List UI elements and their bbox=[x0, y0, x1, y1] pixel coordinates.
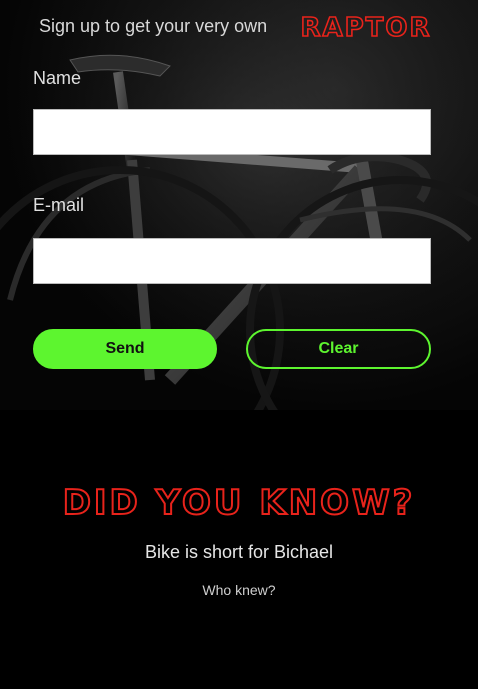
header: Sign up to get your very own RAPTOR bbox=[0, 0, 478, 54]
brand-logo-text: RAPTOR bbox=[300, 13, 431, 43]
aside-text: Who knew? bbox=[202, 582, 276, 598]
tagline: Sign up to get your very own bbox=[39, 16, 268, 36]
brand-logo: RAPTOR bbox=[300, 12, 431, 44]
email-field[interactable] bbox=[33, 238, 431, 284]
did-you-know-heading: DID YOU KNOW? bbox=[62, 482, 416, 524]
name-field[interactable] bbox=[33, 109, 431, 155]
send-button[interactable]: Send bbox=[33, 329, 217, 369]
fact-text: Bike is short for Bichael bbox=[144, 542, 334, 562]
name-label: Name bbox=[33, 68, 82, 88]
email-label: E-mail bbox=[33, 195, 85, 215]
send-button-label: Send bbox=[105, 340, 145, 357]
clear-button[interactable]: Clear bbox=[246, 329, 431, 369]
did-you-know-text: DID YOU KNOW? bbox=[63, 483, 416, 523]
clear-button-label: Clear bbox=[318, 340, 359, 357]
